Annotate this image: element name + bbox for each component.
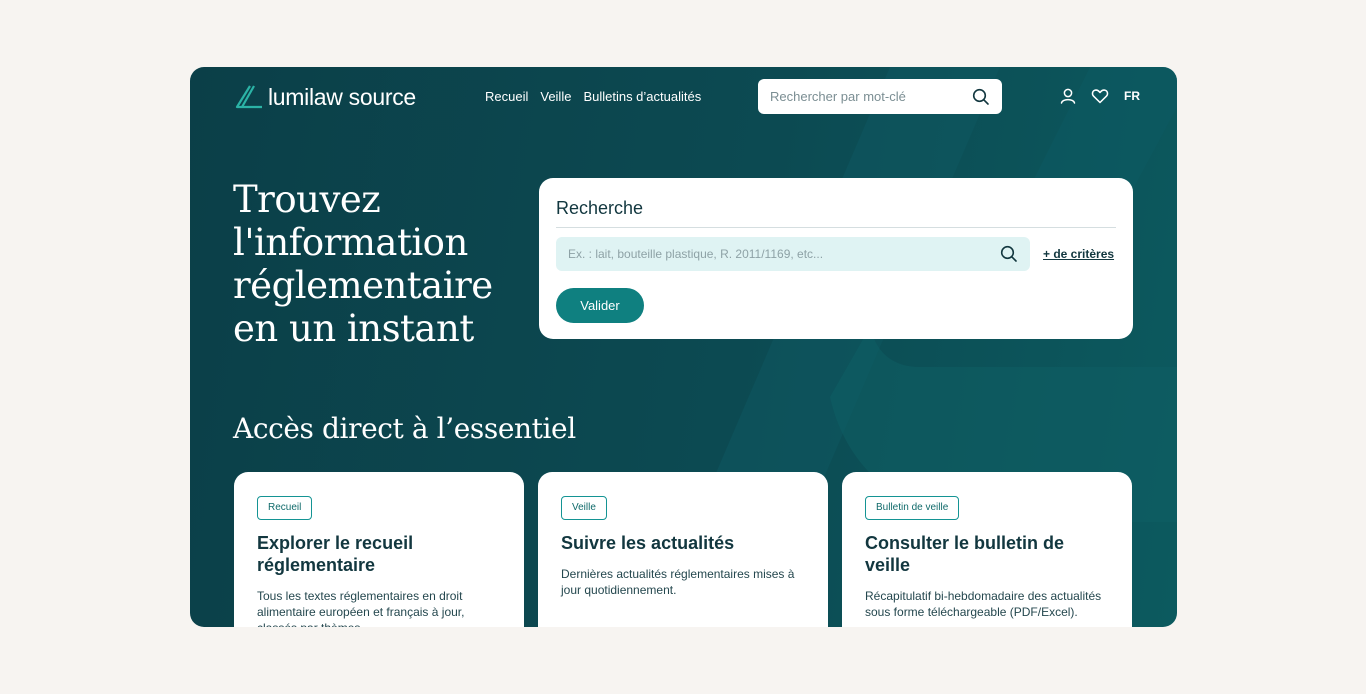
header-search-box	[758, 79, 1002, 114]
more-criteria-link[interactable]: + de critères	[1043, 247, 1114, 261]
nav-link-bulletins[interactable]: Bulletins d’actualités	[583, 89, 701, 104]
nav-link-recueil[interactable]: Recueil	[485, 89, 528, 104]
search-card: Recherche + de critères Valider	[539, 178, 1133, 339]
card-title: Consulter le bulletin de veille	[865, 533, 1065, 575]
heart-icon[interactable]	[1090, 86, 1110, 106]
section-title: Accès direct à l’essentiel	[233, 412, 576, 445]
card-title: Suivre les actualités	[561, 533, 735, 553]
card-badge: Bulletin de veille	[865, 496, 960, 520]
hero-title: Trouvez l'information réglementaire en u…	[233, 178, 493, 350]
search-row: + de critères	[556, 237, 1116, 271]
card-description: Tous les textes réglementaires en droit …	[257, 589, 465, 627]
card-recueil[interactable]: Recueil Explorer le recueil réglementair…	[234, 472, 524, 627]
main-nav: Recueil Veille Bulletins d’actualités	[485, 89, 701, 104]
user-icon[interactable]	[1058, 86, 1078, 106]
logo-text: lumilaw source	[268, 83, 416, 110]
app-frame: lumilaw source Recueil Veille Bulletins …	[190, 67, 1177, 627]
card-description: Dernières actualités réglementaires mise…	[561, 567, 795, 597]
main-search-box	[556, 237, 1030, 271]
search-card-title: Recherche	[556, 198, 1116, 228]
header-actions: FR	[1058, 86, 1140, 106]
logo-mark-icon	[235, 85, 262, 109]
logo[interactable]: lumilaw source	[234, 83, 416, 111]
card-veille[interactable]: Veille Suivre les actualités Dernières a…	[538, 472, 828, 627]
search-icon[interactable]	[1000, 245, 1018, 263]
card-title: Explorer le recueil réglementaire	[257, 533, 414, 575]
language-selector[interactable]: FR	[1124, 89, 1140, 103]
header-search-input[interactable]	[770, 89, 972, 104]
card-bulletin[interactable]: Bulletin de veille Consulter le bulletin…	[842, 472, 1132, 627]
nav-link-veille[interactable]: Veille	[540, 89, 571, 104]
card-badge: Recueil	[257, 496, 313, 520]
card-badge: Veille	[561, 496, 607, 520]
card-description: Récapitulatif bi-hebdomadaire des actual…	[865, 589, 1102, 619]
main-search-input[interactable]	[568, 247, 1000, 261]
search-icon[interactable]	[972, 88, 990, 106]
validate-button[interactable]: Valider	[556, 288, 644, 323]
